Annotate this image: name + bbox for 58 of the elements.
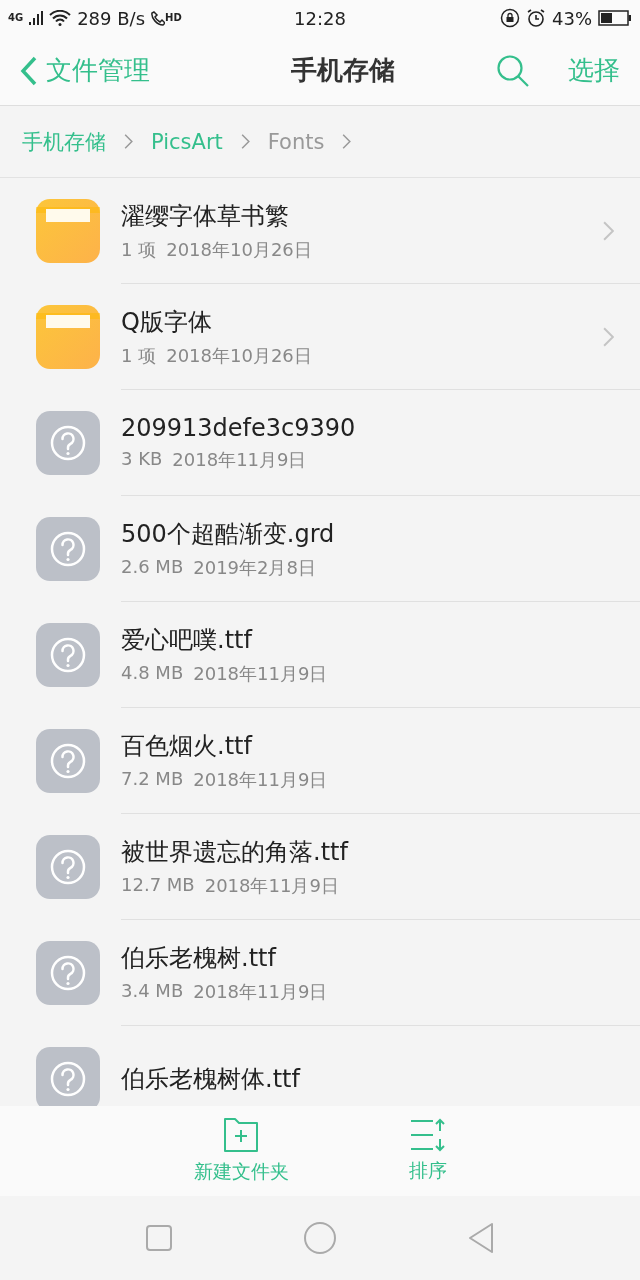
- wifi-icon: [49, 10, 72, 26]
- item-date: 2018年11月9日: [172, 447, 307, 472]
- item-date: 2018年11月9日: [193, 661, 328, 686]
- item-date: 2018年10月26日: [166, 343, 312, 368]
- alarm-icon: [526, 8, 546, 28]
- item-date: 2018年10月26日: [166, 237, 312, 262]
- chevron-icon: [124, 134, 133, 149]
- page-title: 手机存储: [290, 54, 396, 87]
- sort-icon: [409, 1118, 446, 1152]
- item-size: 3.4 MB: [121, 979, 184, 1003]
- battery-icon: [598, 10, 632, 26]
- unknown-file-icon: [36, 411, 100, 475]
- battery-percent: 43%: [552, 7, 592, 29]
- back-icon: [20, 55, 38, 86]
- item-date: 2019年2月8日: [193, 555, 316, 580]
- chevron-icon: [603, 326, 614, 347]
- hd-label: HD: [165, 13, 182, 23]
- item-size: 3 KB: [121, 447, 163, 471]
- network-type: 4G: [8, 13, 24, 23]
- unknown-file-icon: [36, 517, 100, 581]
- folder-icon: [36, 199, 100, 263]
- unknown-file-icon: [36, 835, 100, 899]
- file-name[interactable]: 被世界遗忘的角落.ttf: [121, 835, 614, 868]
- file-name[interactable]: 209913defe3c9390: [121, 413, 614, 442]
- search-button[interactable]: [496, 53, 530, 88]
- item-size: 1 项: [121, 237, 157, 262]
- search-icon: [496, 53, 530, 88]
- file-name[interactable]: 500个超酷渐变.grd: [121, 517, 614, 550]
- item-date: 2018年11月9日: [193, 979, 328, 1004]
- item-date: 2018年11月9日: [204, 873, 339, 898]
- back-nav-icon[interactable]: [467, 1222, 495, 1254]
- file-name[interactable]: 爱心吧噗.ttf: [121, 623, 614, 656]
- unknown-file-icon: [36, 941, 100, 1005]
- item-size: 1 项: [121, 343, 157, 368]
- file-name[interactable]: 百色烟火.ttf: [121, 729, 614, 762]
- folder-icon: [36, 305, 100, 369]
- unknown-file-icon: [36, 623, 100, 687]
- chevron-icon: [603, 220, 614, 241]
- item-size: 4.8 MB: [121, 661, 184, 685]
- recents-icon[interactable]: [145, 1224, 173, 1252]
- home-icon[interactable]: [303, 1221, 337, 1255]
- network-speed: 289 B/s: [77, 7, 146, 29]
- new-folder-icon: [223, 1117, 259, 1153]
- file-name[interactable]: 伯乐老槐树体.ttf: [121, 1062, 614, 1095]
- signal-icon: [29, 11, 44, 25]
- clock: 12:28: [294, 7, 346, 29]
- file-name[interactable]: 伯乐老槐树.ttf: [121, 941, 614, 974]
- item-size: 7.2 MB: [121, 767, 184, 791]
- item-size: 2.6 MB: [121, 555, 184, 579]
- rotation-lock-icon: [500, 8, 520, 28]
- item-date: 2018年11月9日: [193, 767, 328, 792]
- file-name[interactable]: 濯缨字体草书繁: [121, 199, 603, 232]
- chevron-icon: [240, 134, 250, 149]
- item-size: 12.7 MB: [121, 873, 195, 897]
- file-name[interactable]: Q版字体: [121, 305, 603, 338]
- chevron-icon: [342, 134, 352, 149]
- unknown-file-icon: [36, 729, 100, 793]
- phone-icon: [151, 10, 166, 26]
